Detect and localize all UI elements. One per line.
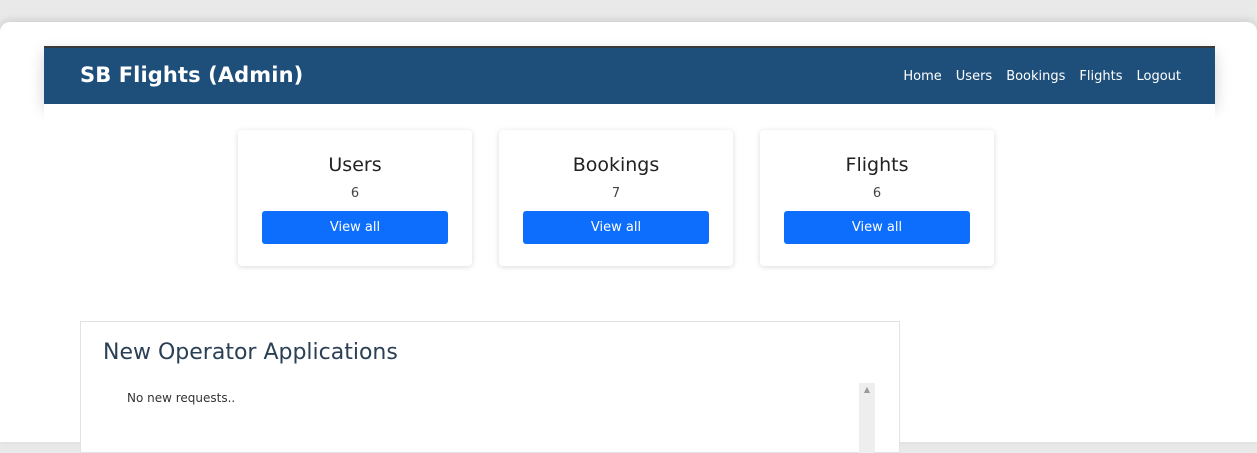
- nav-link-users[interactable]: Users: [956, 69, 992, 84]
- card-title: Users: [328, 154, 382, 176]
- view-all-users-button[interactable]: View all: [262, 211, 448, 244]
- nav-link-logout[interactable]: Logout: [1136, 69, 1181, 84]
- card-title: Flights: [845, 154, 909, 176]
- card-count: 6: [872, 186, 882, 201]
- brand-title[interactable]: SB Flights (Admin): [80, 63, 303, 87]
- view-all-bookings-button[interactable]: View all: [523, 211, 709, 244]
- flights-card: Flights 6 View all: [760, 130, 994, 266]
- nav-links: Home Users Bookings Flights Logout: [903, 69, 1181, 84]
- users-card: Users 6 View all: [238, 130, 472, 266]
- nav-link-bookings[interactable]: Bookings: [1006, 69, 1065, 84]
- card-count: 6: [350, 186, 360, 201]
- view-all-flights-button[interactable]: View all: [784, 211, 970, 244]
- card-title: Bookings: [572, 154, 660, 176]
- main-content: Users 6 View all Bookings 7 View all Fli…: [44, 104, 1215, 453]
- scrollbar[interactable]: ▲: [859, 383, 875, 453]
- bookings-card: Bookings 7 View all: [499, 130, 733, 266]
- nav-link-home[interactable]: Home: [903, 69, 941, 84]
- browser-window: SB Flights (Admin) Home Users Bookings F…: [0, 22, 1257, 453]
- section-title: New Operator Applications: [103, 340, 398, 365]
- top-navbar: SB Flights (Admin) Home Users Bookings F…: [44, 46, 1215, 104]
- scroll-up-arrow-icon[interactable]: ▲: [859, 383, 875, 397]
- operator-applications-panel: New Operator Applications No new request…: [80, 321, 900, 453]
- card-count: 7: [611, 186, 621, 201]
- nav-link-flights[interactable]: Flights: [1079, 69, 1122, 84]
- empty-message: No new requests..: [127, 391, 236, 405]
